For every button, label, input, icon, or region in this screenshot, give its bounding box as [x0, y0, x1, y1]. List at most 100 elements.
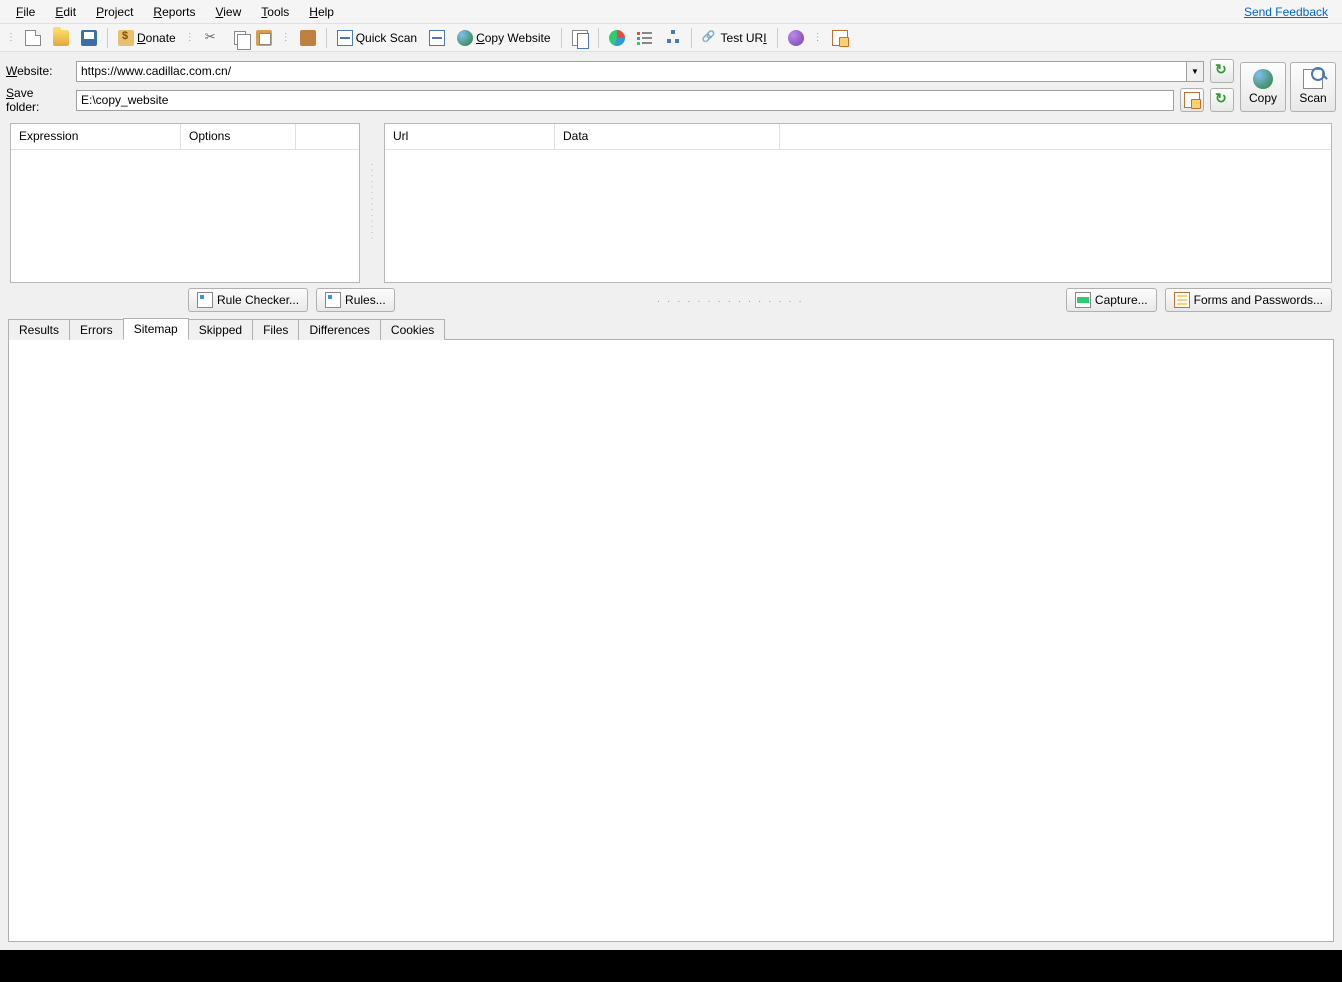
col-expression[interactable]: Expression — [11, 124, 181, 149]
save-folder-input[interactable] — [76, 90, 1174, 111]
tab-results[interactable]: Results — [8, 319, 70, 340]
globe-alt-icon — [788, 30, 804, 46]
scan-icon-button[interactable] — [424, 27, 450, 49]
grip-icon: ⋮ — [279, 32, 293, 43]
results-tabs: Results Errors Sitemap Skipped Files Dif… — [0, 315, 1342, 339]
url-data-panel-body[interactable] — [385, 150, 1331, 282]
test-uri-button[interactable]: Test URI — [697, 27, 772, 49]
open-button[interactable] — [48, 27, 74, 49]
wizard-icon — [300, 30, 316, 46]
documents-icon — [572, 30, 588, 46]
quick-scan-icon — [337, 30, 353, 46]
rule-checker-button[interactable]: Rule Checker... — [188, 288, 308, 312]
grip-icon: ⋮ — [4, 32, 18, 43]
scan-big-button[interactable]: Scan — [1290, 62, 1336, 112]
globe-icon — [1253, 69, 1273, 89]
grip-icon: ⋮ — [811, 32, 825, 43]
forms-passwords-button[interactable]: Forms and Passwords... — [1165, 288, 1332, 312]
separator — [561, 28, 562, 48]
browse-folder-icon — [1184, 92, 1200, 108]
tab-cookies[interactable]: Cookies — [380, 319, 445, 340]
tab-errors[interactable]: Errors — [69, 319, 124, 340]
menu-project[interactable]: Project — [86, 2, 143, 22]
separator — [107, 28, 108, 48]
save-folder-label: Save folder: — [6, 86, 70, 114]
separator — [691, 28, 692, 48]
expression-panel: Expression Options — [10, 123, 360, 283]
menu-edit[interactable]: Edit — [45, 2, 86, 22]
grip-icon: ⋮ — [183, 32, 197, 43]
rule-checker-icon — [197, 292, 213, 308]
new-file-icon — [25, 30, 41, 46]
menu-tools[interactable]: Tools — [251, 2, 299, 22]
col-blank — [780, 124, 1331, 149]
copy-website-button[interactable]: Copy Website — [452, 27, 555, 49]
vertical-splitter[interactable]: ·············· — [368, 123, 376, 283]
list-view-button[interactable] — [632, 27, 658, 49]
tab-differences[interactable]: Differences — [298, 319, 380, 340]
expression-panel-header: Expression Options — [11, 124, 359, 150]
tree-view-button[interactable] — [660, 27, 686, 49]
url-data-panel-header: Url Data — [385, 124, 1331, 150]
browse-icon — [832, 30, 848, 46]
website-label: Website: — [6, 64, 70, 78]
tab-files[interactable]: Files — [252, 319, 299, 340]
paste-button[interactable] — [251, 27, 277, 49]
pie-chart-button[interactable] — [604, 27, 630, 49]
globe-alt-button[interactable] — [783, 27, 809, 49]
quick-scan-button[interactable]: Quick Scan — [332, 27, 422, 49]
view-docs-button[interactable] — [567, 27, 593, 49]
horizontal-splitter[interactable]: · · · · · · · · · · · · · · · — [657, 296, 804, 307]
panels-row: Expression Options ·············· Url Da… — [0, 123, 1342, 283]
col-data[interactable]: Data — [555, 124, 780, 149]
tab-sitemap[interactable]: Sitemap — [123, 318, 189, 340]
url-data-panel: Url Data — [384, 123, 1332, 283]
browse-folder-button[interactable] — [1180, 88, 1204, 112]
menu-file[interactable]: File — [6, 2, 45, 22]
wizard-button[interactable] — [295, 27, 321, 49]
open-folder-icon — [53, 30, 69, 46]
menu-help[interactable]: Help — [299, 2, 344, 22]
website-refresh-button[interactable] — [1210, 59, 1234, 83]
copy-button[interactable] — [227, 27, 249, 49]
list-icon — [637, 30, 653, 46]
scan-magnify-icon — [1303, 69, 1323, 89]
copy-icon — [234, 31, 246, 45]
donate-icon — [118, 30, 134, 46]
save-icon — [81, 30, 97, 46]
cut-button[interactable] — [199, 27, 225, 49]
menu-view[interactable]: View — [205, 2, 251, 22]
refresh-icon — [1214, 92, 1230, 108]
col-options[interactable]: Options — [181, 124, 296, 149]
globe-icon — [457, 30, 473, 46]
menu-bar: File Edit Project Reports View Tools Hel… — [0, 0, 1342, 24]
separator — [326, 28, 327, 48]
expression-panel-body[interactable] — [11, 150, 359, 282]
copy-big-button[interactable]: Copy — [1240, 62, 1286, 112]
toolbar: ⋮ Donate ⋮ ⋮ Quick Scan Copy Website Tes… — [0, 24, 1342, 52]
separator — [598, 28, 599, 48]
tree-icon — [665, 30, 681, 46]
rules-button[interactable]: Rules... — [316, 288, 395, 312]
paste-icon — [256, 30, 272, 46]
browse-button[interactable] — [827, 27, 853, 49]
separator — [777, 28, 778, 48]
new-button[interactable] — [20, 27, 46, 49]
rules-icon — [325, 292, 341, 308]
save-button[interactable] — [76, 27, 102, 49]
website-input[interactable] — [76, 61, 1186, 82]
scan-icon — [429, 30, 445, 46]
col-blank — [296, 124, 359, 149]
website-dropdown-button[interactable]: ▼ — [1186, 61, 1204, 82]
pie-chart-icon — [609, 30, 625, 46]
send-feedback-link[interactable]: Send Feedback — [1236, 2, 1336, 22]
menu-reports[interactable]: Reports — [143, 2, 205, 22]
cut-icon — [204, 30, 220, 46]
donate-button[interactable]: Donate — [113, 27, 181, 49]
folder-refresh-button[interactable] — [1210, 88, 1234, 112]
col-url[interactable]: Url — [385, 124, 555, 149]
tab-content-area[interactable] — [8, 339, 1334, 942]
panel-buttons-row: Rule Checker... Rules... · · · · · · · ·… — [0, 283, 1342, 315]
tab-skipped[interactable]: Skipped — [188, 319, 253, 340]
capture-button[interactable]: Capture... — [1066, 288, 1157, 312]
